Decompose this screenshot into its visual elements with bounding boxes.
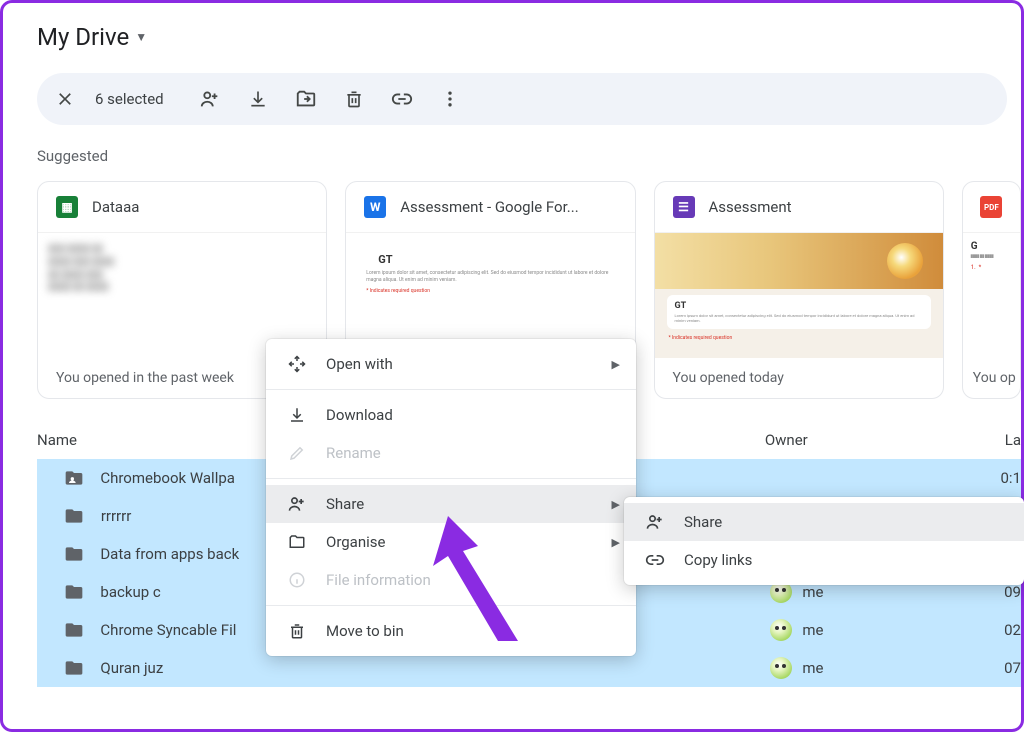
column-last-modified[interactable]: La	[1005, 431, 1021, 449]
owner-name: me	[802, 621, 823, 639]
menu-share[interactable]: Share ▶	[266, 485, 636, 523]
chevron-right-icon: ▶	[612, 498, 620, 511]
suggested-card[interactable]: ☰ Assessment GTLorem ipsum dolor sit ame…	[654, 181, 944, 399]
card-title: Assessment - Google For...	[400, 198, 578, 216]
move-button[interactable]	[294, 87, 318, 111]
location-breadcrumb[interactable]: My Drive ▼	[37, 23, 1021, 51]
share-button[interactable]	[198, 87, 222, 111]
docs-icon: W	[364, 196, 386, 218]
card-title: Dataaa	[92, 198, 139, 216]
menu-rename: Rename	[266, 434, 636, 472]
card-preview: GTLorem ipsum dolor sit amet, consectetu…	[655, 232, 943, 358]
person-add-icon	[644, 512, 666, 532]
trash-icon	[286, 622, 308, 640]
suggested-label: Suggested	[37, 147, 1021, 165]
folder-icon	[286, 533, 308, 551]
share-submenu: Share Copy links	[624, 497, 1024, 585]
download-button[interactable]	[246, 87, 270, 111]
get-link-button[interactable]	[390, 87, 414, 111]
card-footer: You op	[963, 358, 1020, 398]
chevron-right-icon: ▶	[612, 358, 620, 371]
folder-icon	[63, 581, 84, 603]
card-footer: You opened today	[655, 358, 943, 398]
rename-icon	[286, 444, 308, 462]
open-with-icon	[286, 355, 308, 373]
card-preview: G ████ ██ ████ 1. *	[963, 232, 1020, 358]
chevron-down-icon: ▼	[135, 30, 147, 44]
selection-count: 6 selected	[95, 90, 164, 108]
owner-name: me	[802, 583, 823, 601]
menu-move-to-bin[interactable]: Move to bin	[266, 612, 636, 650]
date-cell: 09	[1004, 583, 1021, 601]
pdf-icon: PDF	[980, 196, 1002, 218]
selection-toolbar: 6 selected	[37, 73, 1007, 125]
column-owner[interactable]: Owner	[765, 431, 1005, 449]
menu-separator	[266, 605, 636, 606]
folder-icon	[63, 619, 84, 641]
forms-icon: ☰	[673, 196, 695, 218]
menu-file-information: File information	[266, 561, 636, 599]
chevron-right-icon: ▶	[612, 536, 620, 549]
link-icon	[644, 550, 666, 570]
folder-icon	[63, 543, 84, 565]
person-add-icon	[286, 494, 308, 514]
menu-separator	[266, 389, 636, 390]
owner-name: me	[802, 659, 823, 677]
clear-selection-button[interactable]	[53, 87, 77, 111]
download-icon	[286, 406, 308, 424]
info-icon	[286, 571, 308, 589]
avatar	[770, 657, 792, 679]
sheets-icon: ▦	[56, 196, 78, 218]
folder-icon	[63, 657, 84, 679]
date-cell: 0:1	[1001, 469, 1022, 487]
date-cell: 02	[1004, 621, 1021, 639]
menu-separator	[266, 478, 636, 479]
submenu-share[interactable]: Share	[624, 503, 1024, 541]
file-name: Quran juz	[100, 659, 770, 677]
submenu-copy-links[interactable]: Copy links	[624, 541, 1024, 579]
more-actions-button[interactable]	[438, 87, 462, 111]
owner-cell: me	[770, 619, 1004, 641]
menu-open-with[interactable]: Open with ▶	[266, 345, 636, 383]
shared-folder-icon	[63, 467, 84, 489]
menu-download[interactable]: Download	[266, 396, 636, 434]
context-menu: Open with ▶ Download Rename Share ▶ Orga…	[266, 339, 636, 656]
delete-button[interactable]	[342, 87, 366, 111]
folder-icon	[63, 505, 85, 527]
page-title-text: My Drive	[37, 23, 129, 51]
suggested-card[interactable]: PDF G ████ ██ ████ 1. * You op	[962, 181, 1021, 399]
card-title: Assessment	[709, 198, 792, 216]
date-cell: 07	[1004, 659, 1021, 677]
menu-organise[interactable]: Organise ▶	[266, 523, 636, 561]
owner-cell: me	[770, 657, 1004, 679]
avatar	[770, 619, 792, 641]
